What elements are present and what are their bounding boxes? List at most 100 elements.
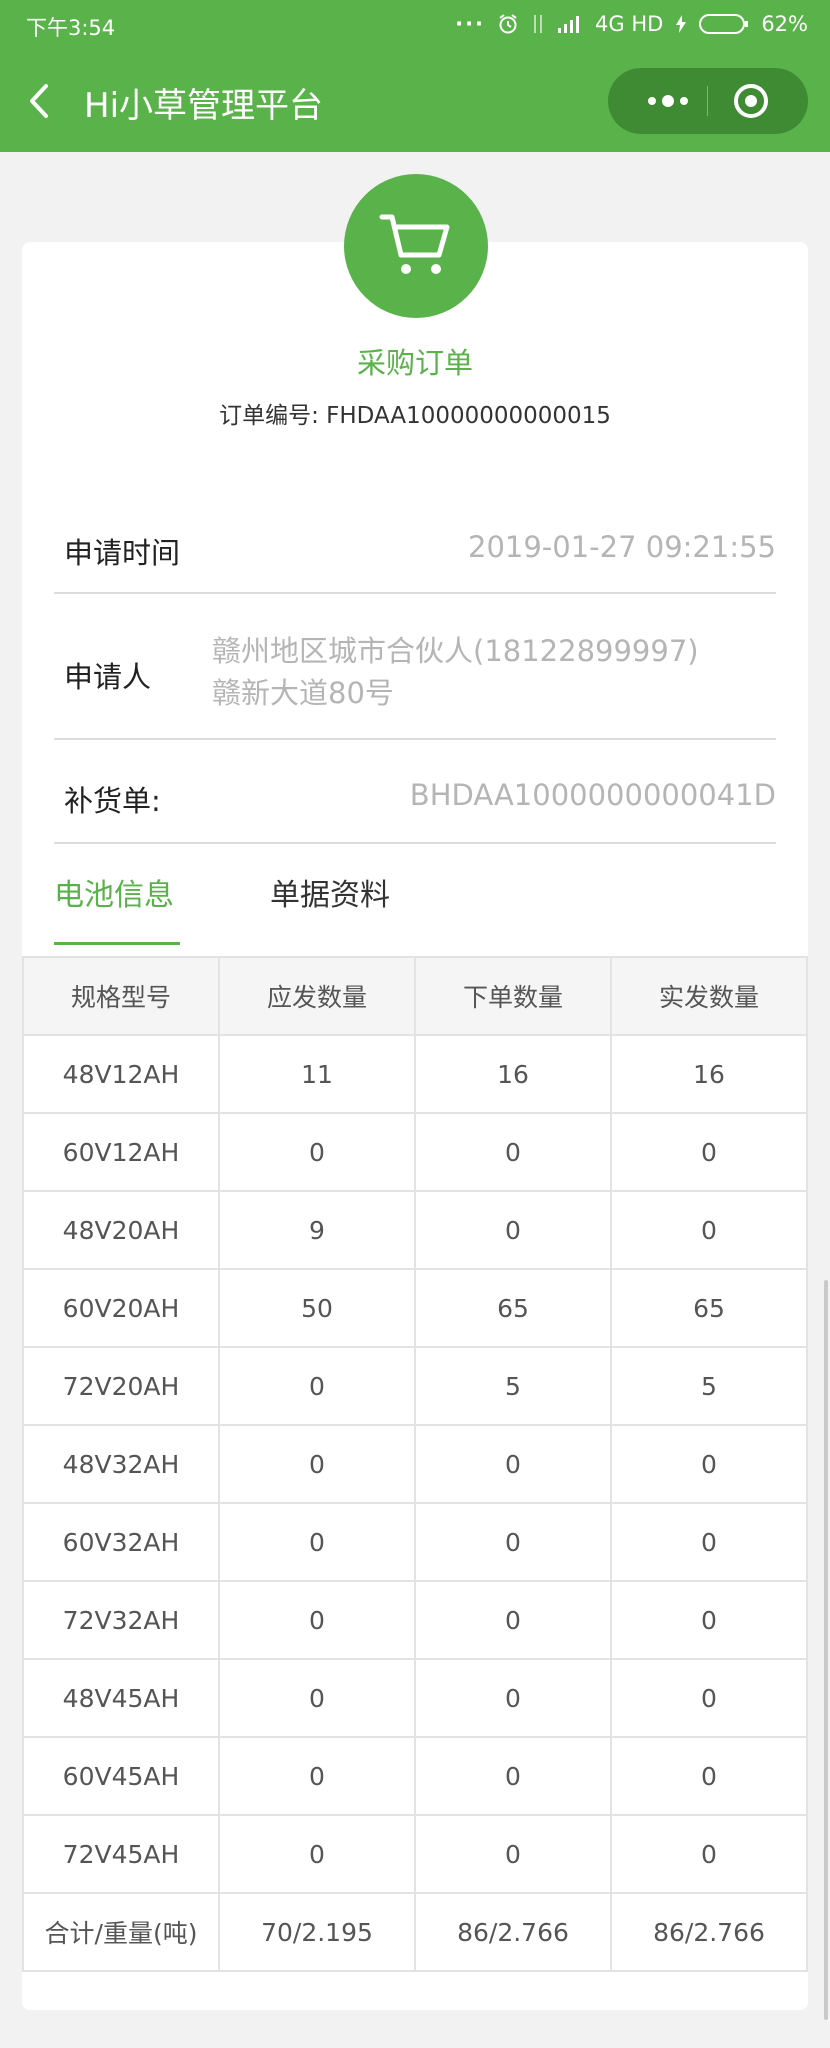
quantity-cell: 16: [414, 1034, 612, 1114]
quantity-cell: 5: [610, 1346, 808, 1426]
quantity-cell: 11: [218, 1034, 416, 1114]
table-row: 60V20AH 50 65 65: [22, 1268, 808, 1348]
quantity-cell: 0: [610, 1502, 808, 1582]
tab-battery-info[interactable]: 电池信息: [54, 870, 174, 914]
order-number-label: 订单编号:: [219, 403, 319, 429]
apply-time-row: 申请时间 2019-01-27 09:21:55: [54, 506, 776, 594]
table-body: 48V12AH 11 16 16 60V12AH 0 0 0 48V20AH 9 0 0 60V20AH…: [22, 1034, 808, 1972]
data-transfer-icon: [531, 13, 545, 35]
spec-cell: 72V32AH: [22, 1580, 220, 1660]
cart-icon: [379, 214, 450, 274]
quantity-cell: 0: [414, 1580, 612, 1660]
spec-cell: 72V45AH: [22, 1814, 220, 1894]
table-row: 48V20AH 9 0 0: [22, 1190, 808, 1270]
battery-icon: [699, 13, 749, 35]
quantity-cell: 0: [218, 1346, 416, 1426]
quantity-cell: 50: [218, 1268, 416, 1348]
spec-cell: 48V45AH: [22, 1658, 220, 1738]
quantity-cell: 0: [218, 1424, 416, 1504]
quantity-cell: 0: [610, 1658, 808, 1738]
table-row: 72V32AH 0 0 0: [22, 1580, 808, 1660]
spec-cell: 60V12AH: [22, 1112, 220, 1192]
table-total-row: 合计/重量(吨) 70/2.195 86/2.766 86/2.766: [22, 1892, 808, 1972]
table-row: 72V45AH 0 0 0: [22, 1814, 808, 1894]
table-row: 48V12AH 11 16 16: [22, 1034, 808, 1114]
applicant-label: 申请人: [64, 660, 152, 694]
quantity-cell: 0: [610, 1190, 808, 1270]
signal-icon: [557, 14, 583, 34]
network-label: 4G HD: [595, 12, 664, 36]
close-mini-program-button[interactable]: [732, 82, 770, 120]
spec-cell: 60V20AH: [22, 1268, 220, 1348]
battery-table: 规格型号 应发数量 下单数量 实发数量 48V12AH 11 16 16 60V12AH…: [22, 956, 808, 1972]
more-button[interactable]: [638, 85, 698, 117]
quantity-cell: 0: [414, 1814, 612, 1894]
notification-dots-icon: ···: [455, 12, 486, 36]
restock-row: 补货单: BHDAA1000000000041D: [54, 740, 776, 844]
scrollbar[interactable]: [824, 1280, 828, 2020]
status-icons: ··· 4G HD 62%: [455, 12, 808, 36]
target-icon: [734, 84, 768, 118]
quantity-cell: 70/2.195: [218, 1892, 416, 1972]
applicant-value: 赣州地区城市合伙人(18122899997) 赣新大道80号: [212, 630, 699, 714]
spec-cell: 60V45AH: [22, 1736, 220, 1816]
quantity-cell: 0: [414, 1502, 612, 1582]
quantity-cell: 0: [218, 1658, 416, 1738]
apply-time-label: 申请时间: [64, 536, 181, 570]
table-row: 60V32AH 0 0 0: [22, 1502, 808, 1582]
table-row: 72V20AH 0 5 5: [22, 1346, 808, 1426]
quantity-cell: 0: [414, 1658, 612, 1738]
spec-cell: 60V32AH: [22, 1502, 220, 1582]
status-bar: 下午3:54 ··· 4G HD 62%: [0, 0, 830, 50]
page-title: Hi小草管理平台: [84, 86, 324, 126]
mini-program-capsule: [608, 68, 808, 134]
spec-cell: 48V32AH: [22, 1424, 220, 1504]
quantity-cell: 0: [218, 1112, 416, 1192]
spec-cell: 48V20AH: [22, 1190, 220, 1270]
quantity-cell: 0: [610, 1424, 808, 1504]
order-type-label: 采购订单: [356, 346, 473, 380]
quantity-cell: 5: [414, 1346, 612, 1426]
quantity-cell: 86/2.766: [610, 1892, 808, 1972]
quantity-cell: 0: [218, 1736, 416, 1816]
quantity-cell: 0: [414, 1112, 612, 1192]
back-button[interactable]: [22, 78, 62, 124]
spec-cell: 48V12AH: [22, 1034, 220, 1114]
detail-tabs: 电池信息 单据资料: [54, 870, 776, 946]
navigation-bar: Hi小草管理平台: [0, 50, 830, 152]
restock-label: 补货单:: [64, 784, 161, 818]
battery-percent: 62%: [761, 12, 808, 36]
column-header: 下单数量: [414, 956, 612, 1036]
quantity-cell: 65: [414, 1268, 612, 1348]
quantity-cell: 0: [218, 1580, 416, 1660]
app-header: 下午3:54 ··· 4G HD 62% Hi小草管理平台: [0, 0, 830, 152]
table-row: 48V32AH 0 0 0: [22, 1424, 808, 1504]
applicant-name: 赣州地区城市合伙人(18122899997): [212, 634, 699, 668]
quantity-cell: 0: [414, 1736, 612, 1816]
column-header: 实发数量: [610, 956, 808, 1036]
alarm-icon: [497, 13, 519, 35]
quantity-cell: 0: [610, 1814, 808, 1894]
quantity-cell: 0: [610, 1112, 808, 1192]
quantity-cell: 0: [414, 1424, 612, 1504]
spec-cell: 合计/重量(吨): [22, 1892, 220, 1972]
order-number-value: FHDAA10000000000015: [326, 403, 611, 429]
quantity-cell: 65: [610, 1268, 808, 1348]
table-row: 60V45AH 0 0 0: [22, 1736, 808, 1816]
quantity-cell: 16: [610, 1034, 808, 1114]
order-type-badge: [344, 174, 488, 318]
quantity-cell: 0: [610, 1736, 808, 1816]
quantity-cell: 0: [218, 1502, 416, 1582]
capsule-divider: [707, 86, 708, 116]
column-header: 规格型号: [22, 956, 220, 1036]
active-tab-indicator: [54, 942, 180, 945]
status-time: 下午3:54: [26, 16, 116, 40]
more-icon: [648, 95, 688, 107]
charging-icon: [675, 14, 687, 34]
restock-value: BHDAA1000000000041D: [409, 778, 776, 812]
spec-cell: 72V20AH: [22, 1346, 220, 1426]
tab-documents[interactable]: 单据资料: [270, 870, 390, 914]
quantity-cell: 86/2.766: [414, 1892, 612, 1972]
table-header-row: 规格型号 应发数量 下单数量 实发数量: [22, 956, 808, 1036]
table-row: 60V12AH 0 0 0: [22, 1112, 808, 1192]
